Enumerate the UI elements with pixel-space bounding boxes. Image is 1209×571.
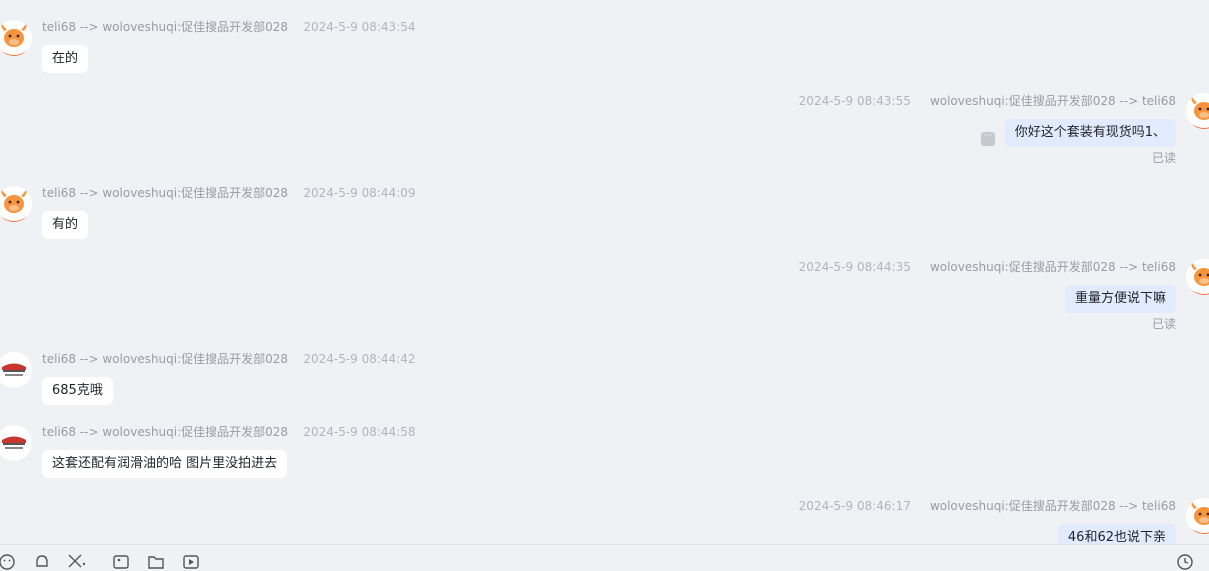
message-meta: 2024-5-9 08:46:17 woloveshuqi:促佳搜品开发部028… [799, 498, 1176, 514]
message-meta: teli68 --> woloveshuqi:促佳搜品开发部028 2024-5… [42, 424, 416, 440]
sender-name: woloveshuqi:促佳搜品开发部028 --> teli68 [929, 260, 1176, 274]
message-bubble[interactable]: 在的 [42, 45, 89, 73]
emoji-icon[interactable] [0, 553, 16, 571]
timestamp: 2024-5-9 08:43:55 [798, 94, 911, 108]
message-bubble[interactable]: 有的 [42, 211, 89, 239]
folder-icon[interactable] [147, 553, 165, 571]
sender-avatar[interactable] [0, 20, 32, 56]
timestamp: 2024-5-9 08:44:58 [303, 425, 416, 439]
read-status: 已读 [1151, 317, 1176, 331]
clock-icon[interactable] [1176, 553, 1194, 571]
sender-avatar[interactable] [1186, 93, 1209, 129]
sender-name: teli68 --> woloveshuqi:促佳搜品开发部028 [42, 186, 289, 200]
timestamp: 2024-5-9 08:46:17 [798, 499, 911, 513]
orange-bull-avatar-icon [0, 186, 32, 222]
message-meta: 2024-5-9 08:43:55 woloveshuqi:促佳搜品开发部028… [799, 93, 1176, 109]
message-bubble[interactable]: 这套还配有润滑油的哈 图片里没拍进去 [42, 450, 288, 478]
timestamp: 2024-5-9 08:44:09 [303, 186, 416, 200]
message-meta: 2024-5-9 08:44:35 woloveshuqi:促佳搜品开发部028… [799, 259, 1176, 275]
orange-bull-avatar-icon [0, 20, 32, 56]
read-status: 已读 [1151, 151, 1176, 165]
sender-name: teli68 --> woloveshuqi:促佳搜品开发部028 [42, 425, 289, 439]
timestamp: 2024-5-9 08:44:35 [798, 260, 911, 274]
video-icon[interactable] [182, 553, 200, 571]
orange-bull-avatar-icon [1186, 259, 1209, 295]
sender-avatar[interactable] [0, 186, 32, 222]
sender-name: woloveshuqi:促佳搜品开发部028 --> teli68 [929, 499, 1176, 513]
input-toolbar [0, 544, 1209, 570]
shop-logo-avatar-icon [0, 352, 32, 388]
message-bubble[interactable]: 46和62也说下亲 [1057, 524, 1176, 544]
timestamp: 2024-5-9 08:43:54 [303, 20, 416, 34]
sender-avatar[interactable] [1186, 259, 1209, 295]
message-meta: teli68 --> woloveshuqi:促佳搜品开发部028 2024-5… [42, 185, 416, 201]
sender-avatar[interactable] [0, 352, 32, 388]
message-meta: teli68 --> woloveshuqi:促佳搜品开发部028 2024-5… [42, 19, 416, 35]
message-more-icon[interactable]: ··· [981, 132, 995, 146]
sender-name: woloveshuqi:促佳搜品开发部028 --> teli68 [929, 94, 1176, 108]
sender-name: teli68 --> woloveshuqi:促佳搜品开发部028 [42, 20, 289, 34]
shop-logo-avatar-icon [0, 425, 32, 461]
scissors-icon[interactable] [67, 553, 85, 571]
sender-avatar[interactable] [0, 425, 32, 461]
bell-icon[interactable] [33, 553, 51, 571]
timestamp: 2024-5-9 08:44:42 [303, 352, 416, 366]
message-bubble[interactable]: 重量方便说下嘛 [1064, 285, 1176, 313]
orange-bull-avatar-icon [1186, 93, 1209, 129]
orange-bull-avatar-icon [1186, 498, 1209, 534]
sender-name: teli68 --> woloveshuqi:促佳搜品开发部028 [42, 352, 289, 366]
message-bubble[interactable]: 685克哦 [42, 377, 113, 405]
message-meta: teli68 --> woloveshuqi:促佳搜品开发部028 2024-5… [42, 351, 416, 367]
sender-avatar[interactable] [1186, 498, 1209, 534]
image-icon[interactable] [112, 553, 130, 571]
message-bubble[interactable]: 你好这个套装有现货吗1、 [1004, 119, 1176, 147]
chat-history: teli68 --> woloveshuqi:促佳搜品开发部028 2024-5… [0, 0, 1209, 544]
